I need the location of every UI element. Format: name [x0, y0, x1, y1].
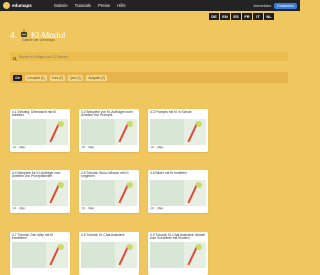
lang-nl[interactable]: NL: [264, 13, 274, 20]
map-card[interactable]: 4.5 Tutorial: Wozu Wissen mit KI umgehen…: [79, 170, 139, 213]
map-card[interactable]: 4.8 Tutorial: KI-Chat Assistent: [79, 232, 139, 275]
page-number: 4.: [10, 30, 18, 40]
nav-item-preise[interactable]: Preise: [98, 3, 110, 8]
card-badge: KI: [81, 145, 87, 150]
card-badge: Map: [156, 145, 165, 150]
card-thumbnail: [150, 241, 206, 268]
map-card[interactable]: 4.9 Tutorial: KI-Chat Assistent: Aktuell…: [148, 232, 208, 275]
nav-item-galerie[interactable]: Galerie: [54, 3, 68, 8]
card-thumbnail: [12, 179, 68, 206]
login-link[interactable]: Anmelden: [253, 3, 271, 8]
map-card[interactable]: 4.7 Tutorial: Gen-Way mit KI erarbeiten: [10, 232, 70, 275]
filter-all[interactable]: Alle: [13, 74, 23, 81]
card-title: 4.1 Einstieg: Überwacht mit KI arbeiten: [12, 109, 57, 118]
card-thumbnail: [81, 241, 137, 268]
card-title: 4.8 Tutorial: KI-Chat Assistent: [81, 232, 125, 237]
card-thumbnail: [12, 118, 68, 145]
card-thumbnail: [81, 179, 137, 206]
top-navigation-bar: edumaps Galerie Tutorials Preise Hilfe A…: [0, 0, 300, 11]
card-badge: Map: [18, 206, 27, 211]
lang-en[interactable]: EN: [220, 13, 230, 20]
map-card[interactable]: 4.4 Beispiele für KI-Aufträge zum Anleit…: [10, 170, 70, 213]
account-actions: Anmelden Kostenlos: [253, 2, 297, 9]
main-nav: Galerie Tutorials Preise Hilfe: [54, 3, 126, 8]
card-badge: KI: [150, 206, 156, 211]
logo-icon: [3, 2, 10, 9]
card-badge: Map: [18, 145, 27, 150]
card-badge: Map: [87, 206, 96, 211]
map-card[interactable]: 4.3 Prompts mit KI in Schule KI Map: [148, 109, 208, 152]
nav-item-tutorials[interactable]: Tutorials: [75, 3, 91, 8]
map-card[interactable]: 4.6 Bilder mit KI erstellen KI Map: [148, 170, 208, 213]
filter-kurs[interactable]: Kurs (2): [49, 74, 66, 81]
search-icon: [13, 48, 17, 66]
brand[interactable]: edumaps: [3, 2, 32, 9]
card-badge: KI: [12, 206, 18, 211]
card-thumbnail: [150, 179, 206, 206]
search-input[interactable]: [19, 54, 219, 59]
card-badge: Map: [156, 206, 165, 211]
card-badge: KI: [12, 145, 18, 150]
card-title: 4.3 Prompts mit KI in Schule: [150, 109, 192, 114]
card-badge: KI: [150, 145, 156, 150]
card-badge: Map: [87, 145, 96, 150]
card-title: 4.7 Tutorial: Gen-Way mit KI erarbeiten: [12, 232, 54, 241]
map-card[interactable]: 4.2 Beispiele von KI-Aufträgen zum Anlei…: [79, 109, 139, 152]
brand-name: edumaps: [12, 3, 32, 8]
filter-bar: Alle Lernpfad (1) Kurs (2) Quiz (1) Aufg…: [10, 72, 288, 83]
filter-quiz[interactable]: Quiz (1): [68, 74, 84, 81]
card-badge: KI: [81, 206, 87, 211]
map-card[interactable]: 4.1 Einstieg: Überwacht mit KI arbeiten …: [10, 109, 70, 152]
card-thumbnail: [81, 118, 137, 145]
lang-fr[interactable]: FR: [242, 13, 252, 20]
card-title: 4.5 Tutorial: Wozu Wissen mit KI umgehen: [81, 170, 129, 179]
page-subtitle: Galerie der Lernmaps: [22, 38, 55, 42]
card-title: 4.9 Tutorial: KI-Chat Assistent: Aktuell…: [150, 232, 205, 241]
lang-de[interactable]: DE: [209, 13, 219, 20]
filter-aufgabe[interactable]: Aufgabe (2): [86, 74, 108, 81]
card-thumbnail: [150, 118, 206, 145]
card-title: 4.6 Bilder mit KI erstellen: [150, 170, 187, 175]
language-switcher: DE EN ES FR IT NL: [209, 13, 274, 20]
register-button[interactable]: Kostenlos: [274, 2, 297, 9]
card-title: 4.4 Beispiele für KI-Aufträge zum Anleit…: [12, 170, 61, 179]
lang-es[interactable]: ES: [231, 13, 241, 20]
filter-lernpfad[interactable]: Lernpfad (1): [25, 74, 47, 81]
lang-it[interactable]: IT: [253, 13, 263, 20]
search-bar[interactable]: [10, 52, 288, 61]
card-thumbnail: [12, 241, 68, 268]
card-title: 4.2 Beispiele von KI-Aufträgen zum Anlei…: [81, 109, 133, 118]
nav-item-hilfe[interactable]: Hilfe: [117, 3, 126, 8]
